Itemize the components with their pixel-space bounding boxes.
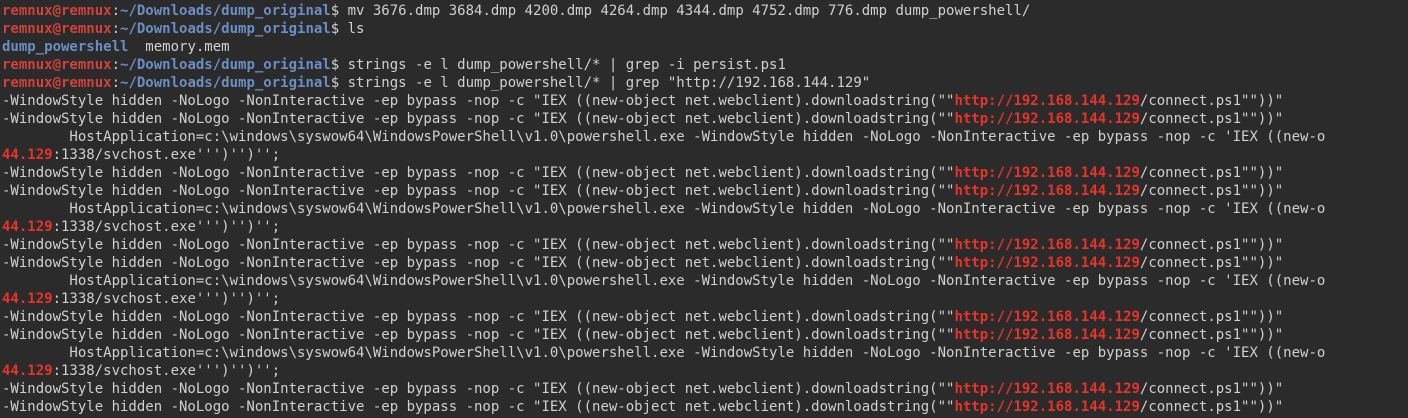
grep-match-highlight: 44.129 xyxy=(2,147,53,163)
output-text: -WindowStyle hidden -NoLogo -NonInteract… xyxy=(2,183,955,199)
output-text: :1338/svchost.exe''')'')''; xyxy=(52,147,281,163)
output-line: -WindowStyle hidden -NoLogo -NonInteract… xyxy=(0,164,1408,182)
grep-match-highlight: http://192.168.144.129 xyxy=(954,183,1140,199)
prompt-line: remnux@remnux:~/Downloads/dump_original$… xyxy=(0,74,1408,92)
output-text: /connect.ps1""))" xyxy=(1139,183,1284,199)
output-line: HostApplication=c:\windows\syswow64\Wind… xyxy=(0,272,1408,290)
prompt-path: ~/Downloads/dump_original xyxy=(120,3,331,19)
output-text: /connect.ps1""))" xyxy=(1139,165,1284,181)
output-text: -WindowStyle hidden -NoLogo -NonInteract… xyxy=(2,381,955,397)
output-text: -WindowStyle hidden -NoLogo -NonInteract… xyxy=(2,165,955,181)
prompt-line: remnux@remnux:~/Downloads/dump_original$… xyxy=(0,56,1408,74)
output-text: /connect.ps1""))" xyxy=(1139,237,1284,253)
output-line: dump_powershell memory.mem xyxy=(0,38,1408,56)
prompt-user: remnux@remnux xyxy=(2,21,112,37)
grep-match-highlight: http://192.168.144.129 xyxy=(954,399,1140,415)
prompt-path: ~/Downloads/dump_original xyxy=(120,57,331,73)
output-text: HostApplication=c:\windows\syswow64\Wind… xyxy=(2,201,1326,217)
prompt-separator: : xyxy=(111,3,121,19)
terminal-window[interactable]: remnux@remnux:~/Downloads/dump_original$… xyxy=(0,0,1408,418)
output-line: 44.129:1338/svchost.exe''')'')''; xyxy=(0,290,1408,308)
output-text: HostApplication=c:\windows\syswow64\Wind… xyxy=(2,273,1326,289)
directory-name: dump_powershell xyxy=(2,39,129,55)
prompt-separator: : xyxy=(111,57,121,73)
prompt-path: ~/Downloads/dump_original xyxy=(120,75,331,91)
output-text: -WindowStyle hidden -NoLogo -NonInteract… xyxy=(2,237,955,253)
output-text: -WindowStyle hidden -NoLogo -NonInteract… xyxy=(2,309,955,325)
prompt-user: remnux@remnux xyxy=(2,75,112,91)
output-line: 44.129:1338/svchost.exe''')'')''; xyxy=(0,146,1408,164)
output-line: -WindowStyle hidden -NoLogo -NonInteract… xyxy=(0,380,1408,398)
output-text: /connect.ps1""))" xyxy=(1139,93,1284,109)
prompt-user: remnux@remnux xyxy=(2,3,112,19)
output-line: -WindowStyle hidden -NoLogo -NonInteract… xyxy=(0,110,1408,128)
output-line: -WindowStyle hidden -NoLogo -NonInteract… xyxy=(0,182,1408,200)
output-line: HostApplication=c:\windows\syswow64\Wind… xyxy=(0,200,1408,218)
command-text: $ ls xyxy=(330,21,365,37)
output-text: /connect.ps1""))" xyxy=(1139,399,1284,415)
grep-match-highlight: http://192.168.144.129 xyxy=(954,381,1140,397)
output-text: /connect.ps1""))" xyxy=(1139,309,1284,325)
output-text: -WindowStyle hidden -NoLogo -NonInteract… xyxy=(2,93,955,109)
grep-match-highlight: 44.129 xyxy=(2,363,53,379)
output-line: -WindowStyle hidden -NoLogo -NonInteract… xyxy=(0,326,1408,344)
output-text: :1338/svchost.exe''')'')''; xyxy=(52,219,281,235)
grep-match-highlight: http://192.168.144.129 xyxy=(954,309,1140,325)
output-text: HostApplication=c:\windows\syswow64\Wind… xyxy=(2,345,1326,361)
prompt-line: remnux@remnux:~/Downloads/dump_original$… xyxy=(0,20,1408,38)
command-text: $ strings -e l dump_powershell/* | grep … xyxy=(330,75,871,91)
output-text: /connect.ps1""))" xyxy=(1139,111,1284,127)
output-line: HostApplication=c:\windows\syswow64\Wind… xyxy=(0,128,1408,146)
output-text: /connect.ps1""))" xyxy=(1139,327,1284,343)
output-text: -WindowStyle hidden -NoLogo -NonInteract… xyxy=(2,327,955,343)
grep-match-highlight: 44.129 xyxy=(2,291,53,307)
output-line: HostApplication=c:\windows\syswow64\Wind… xyxy=(0,344,1408,362)
output-line: 44.129:1338/svchost.exe''')'')''; xyxy=(0,218,1408,236)
output-text: -WindowStyle hidden -NoLogo -NonInteract… xyxy=(2,111,955,127)
prompt-user: remnux@remnux xyxy=(2,57,112,73)
output-line: 44.129:1338/svchost.exe''')'')''; xyxy=(0,362,1408,380)
prompt-line: remnux@remnux:~/Downloads/dump_original$… xyxy=(0,2,1408,20)
prompt-separator: : xyxy=(111,21,121,37)
grep-match-highlight: http://192.168.144.129 xyxy=(954,165,1140,181)
output-text: :1338/svchost.exe''')'')''; xyxy=(52,363,281,379)
output-text: HostApplication=c:\windows\syswow64\Wind… xyxy=(2,129,1326,145)
output-line: -WindowStyle hidden -NoLogo -NonInteract… xyxy=(0,236,1408,254)
grep-match-highlight: 44.129 xyxy=(2,219,53,235)
output-text: /connect.ps1""))" xyxy=(1139,381,1284,397)
output-text: :1338/svchost.exe''')'')''; xyxy=(52,291,281,307)
prompt-path: ~/Downloads/dump_original xyxy=(120,21,331,37)
output-text: /connect.ps1""))" xyxy=(1139,255,1284,271)
prompt-separator: : xyxy=(111,75,121,91)
grep-match-highlight: http://192.168.144.129 xyxy=(954,237,1140,253)
command-text: $ mv 3676.dmp 3684.dmp 4200.dmp 4264.dmp… xyxy=(330,3,1031,19)
grep-match-highlight: http://192.168.144.129 xyxy=(954,255,1140,271)
output-text: -WindowStyle hidden -NoLogo -NonInteract… xyxy=(2,255,955,271)
output-text: memory.mem xyxy=(128,39,230,55)
grep-match-highlight: http://192.168.144.129 xyxy=(954,111,1140,127)
output-text: -WindowStyle hidden -NoLogo -NonInteract… xyxy=(2,399,955,415)
output-line: -WindowStyle hidden -NoLogo -NonInteract… xyxy=(0,308,1408,326)
command-text: $ strings -e l dump_powershell/* | grep … xyxy=(330,57,786,73)
output-line: -WindowStyle hidden -NoLogo -NonInteract… xyxy=(0,254,1408,272)
grep-match-highlight: http://192.168.144.129 xyxy=(954,327,1140,343)
output-line: -WindowStyle hidden -NoLogo -NonInteract… xyxy=(0,398,1408,416)
output-line: -WindowStyle hidden -NoLogo -NonInteract… xyxy=(0,92,1408,110)
grep-match-highlight: http://192.168.144.129 xyxy=(954,93,1140,109)
